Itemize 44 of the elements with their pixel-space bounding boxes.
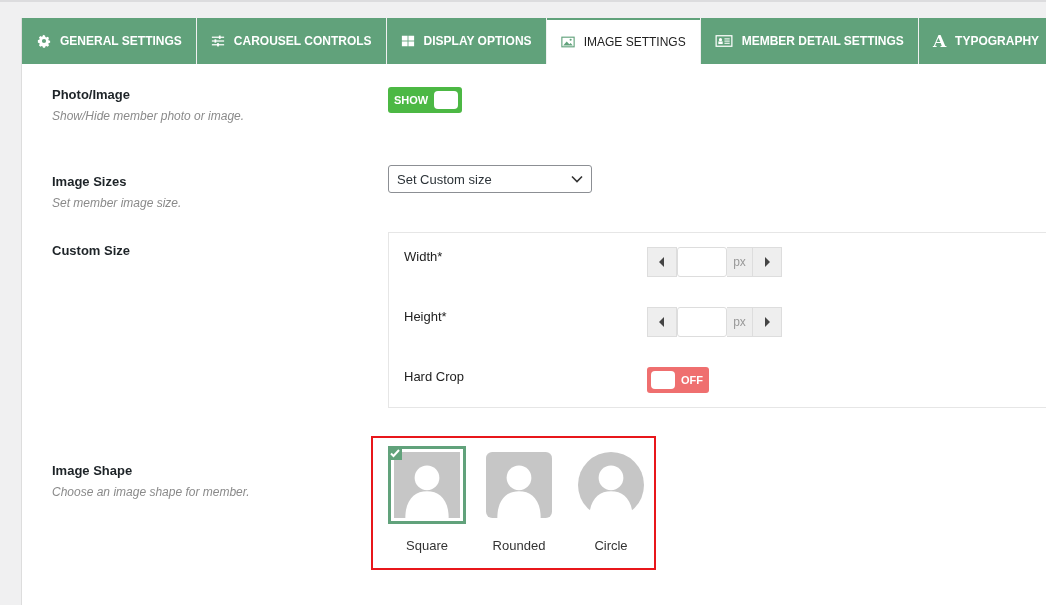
unit-label: px (727, 307, 752, 337)
settings-tab[interactable]: MEMBER DETAIL SETTINGS (700, 18, 918, 64)
setting-help: Set member image size. (52, 196, 183, 210)
id-card-icon (714, 34, 733, 48)
settings-tab[interactable]: CAROUSEL CONTROLS (196, 18, 386, 64)
caret-right-icon (764, 317, 770, 327)
unit-label: px (727, 247, 752, 277)
field-label: Width* (404, 249, 443, 264)
increase-button[interactable] (752, 307, 782, 337)
toggle-switch[interactable]: OFF (647, 367, 709, 393)
gear-icon (37, 34, 51, 48)
number-input[interactable] (677, 307, 727, 337)
field-label: Hard Crop (404, 369, 464, 384)
caret-left-icon (659, 257, 665, 267)
field-label: Height* (404, 309, 447, 324)
sliders-icon (210, 34, 225, 48)
caret-right-icon (764, 257, 770, 267)
circle-avatar-icon (578, 452, 644, 518)
setting-label: Image Shape (52, 463, 134, 478)
setting-label: Custom Size (52, 243, 131, 258)
setting-label: Photo/Image (52, 87, 131, 102)
size-dropdown[interactable]: Set Custom size (388, 165, 592, 193)
shape-option[interactable]: Rounded (480, 446, 558, 553)
grid-icon (400, 34, 415, 48)
rounded-avatar-icon (486, 452, 552, 518)
image-icon (560, 35, 575, 49)
settings-tab[interactable]: A TYPOGRAPHY (918, 18, 1046, 64)
square-avatar-icon (394, 452, 460, 518)
settings-tab[interactable]: IMAGE SETTINGS (546, 18, 700, 64)
setting-help: Show/Hide member photo or image. (52, 109, 246, 123)
caret-left-icon (659, 317, 665, 327)
number-input[interactable] (677, 247, 727, 277)
chevron-down-icon (571, 175, 583, 183)
setting-help: Choose an image shape for member. (52, 485, 251, 499)
shape-option[interactable]: Circle (572, 446, 650, 553)
letter-icon: A (932, 31, 947, 51)
settings-tab[interactable]: GENERAL SETTINGS (22, 18, 196, 64)
setting-label: Image Sizes (52, 174, 128, 189)
settings-tab[interactable]: DISPLAY OPTIONS (386, 18, 546, 64)
toggle-switch[interactable]: SHOW (388, 87, 463, 113)
increase-button[interactable] (752, 247, 782, 277)
checkmark-icon (388, 446, 402, 460)
decrease-button[interactable] (647, 247, 677, 277)
decrease-button[interactable] (647, 307, 677, 337)
